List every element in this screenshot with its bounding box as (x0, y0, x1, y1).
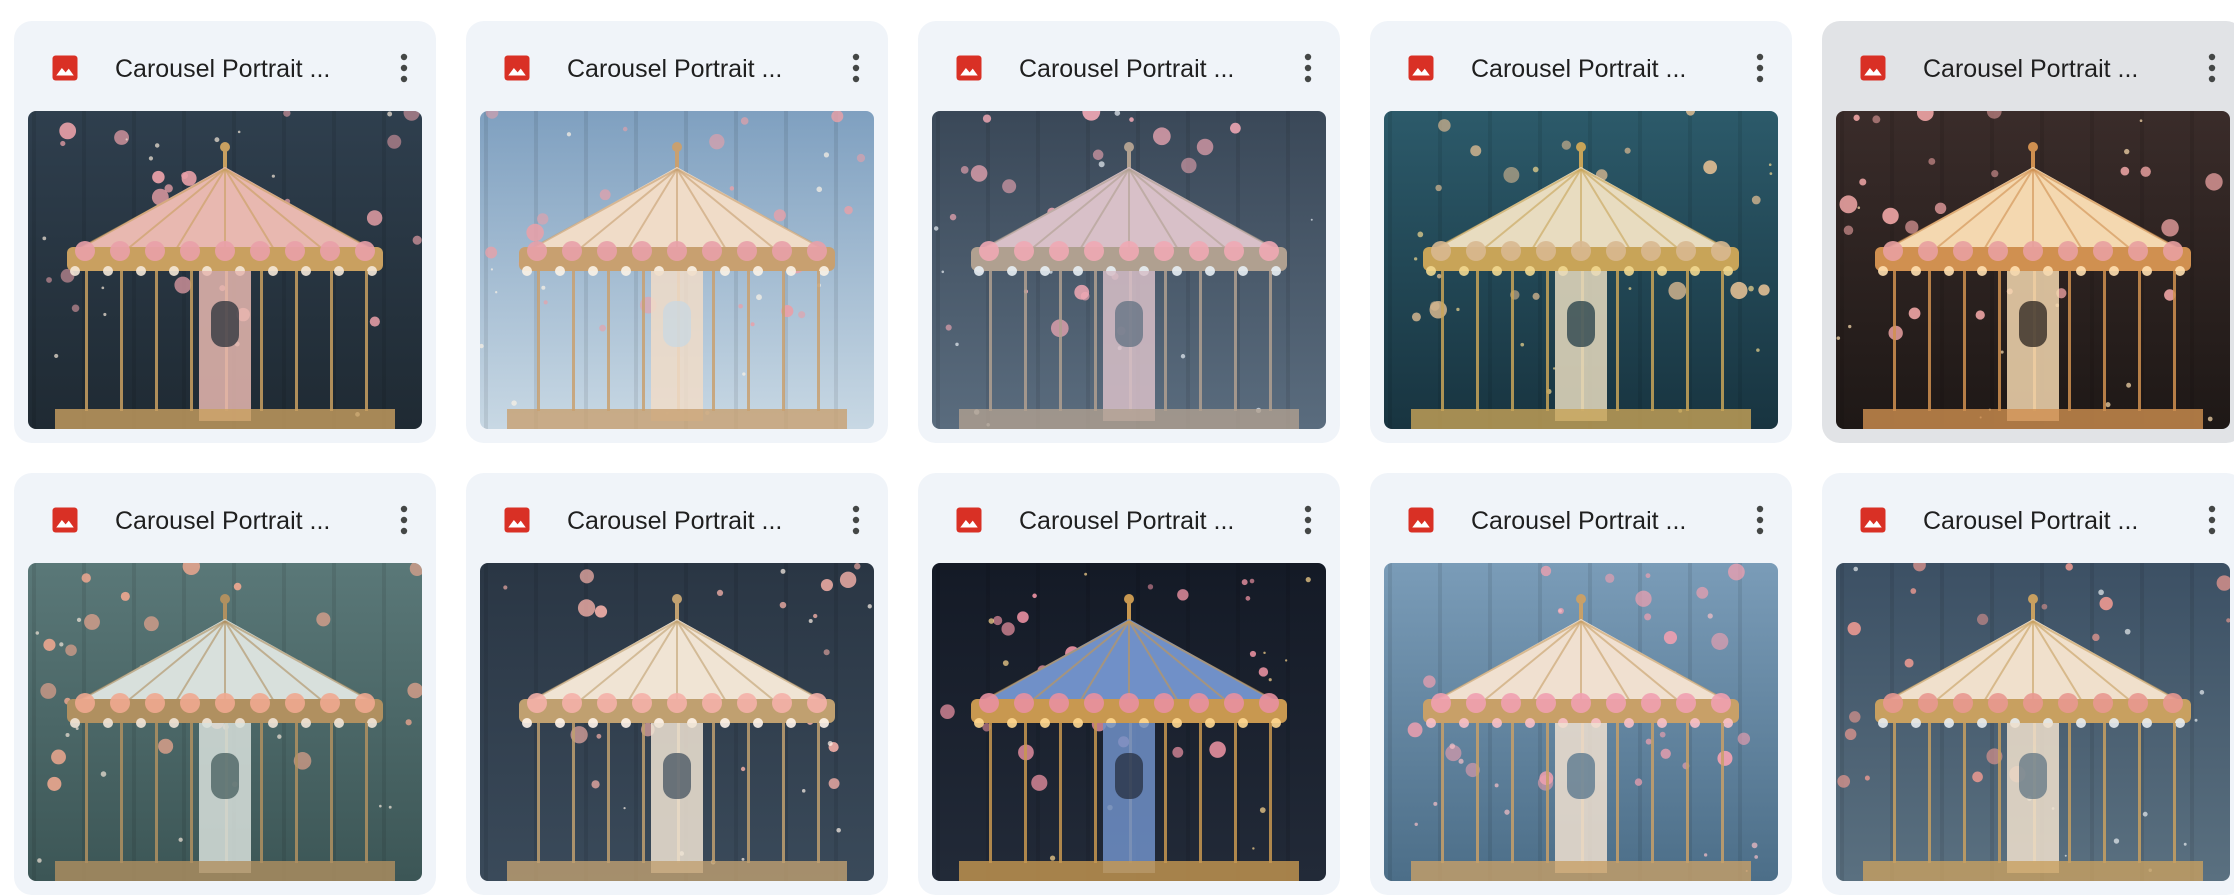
file-card-header: Carousel Portrait ... (918, 473, 1340, 563)
file-card[interactable]: Carousel Portrait ... (1822, 473, 2234, 895)
file-thumbnail[interactable] (932, 111, 1326, 429)
carousel-image (480, 563, 874, 881)
image-file-icon (1858, 505, 1888, 535)
file-card-header: Carousel Portrait ... (1370, 21, 1792, 111)
file-card-header: Carousel Portrait ... (14, 21, 436, 111)
file-title: Carousel Portrait ... (1471, 55, 1687, 83)
file-thumbnail[interactable] (1836, 111, 2230, 429)
carousel-image (1836, 563, 2230, 881)
file-title: Carousel Portrait ... (115, 507, 331, 535)
file-card[interactable]: Carousel Portrait ... (1370, 21, 1792, 443)
more-actions-button[interactable] (381, 497, 427, 543)
file-card[interactable]: Carousel Portrait ... (14, 21, 436, 443)
file-title: Carousel Portrait ... (567, 55, 783, 83)
file-card-header: Carousel Portrait ... (918, 21, 1340, 111)
carousel-image (932, 563, 1326, 881)
more-actions-button[interactable] (381, 45, 427, 91)
file-title: Carousel Portrait ... (1471, 507, 1687, 535)
image-file-icon (954, 505, 984, 535)
file-title: Carousel Portrait ... (1923, 55, 2139, 83)
file-thumbnail[interactable] (1836, 563, 2230, 881)
file-grid: Carousel Portrait ... Carousel Portrait … (0, 0, 2234, 895)
more-actions-button[interactable] (833, 45, 879, 91)
file-card-header: Carousel Portrait ... (466, 21, 888, 111)
image-file-icon (1406, 505, 1436, 535)
more-actions-button[interactable] (833, 497, 879, 543)
more-vert-icon (833, 497, 879, 543)
file-title: Carousel Portrait ... (1019, 55, 1235, 83)
carousel-image (1384, 563, 1778, 881)
more-actions-button[interactable] (2189, 497, 2234, 543)
file-title: Carousel Portrait ... (1923, 507, 2139, 535)
file-card[interactable]: Carousel Portrait ... (1370, 473, 1792, 895)
more-vert-icon (381, 45, 427, 91)
more-vert-icon (2189, 497, 2234, 543)
file-thumbnail[interactable] (480, 111, 874, 429)
more-vert-icon (1737, 45, 1783, 91)
file-thumbnail[interactable] (28, 111, 422, 429)
file-title: Carousel Portrait ... (1019, 507, 1235, 535)
file-thumbnail[interactable] (1384, 563, 1778, 881)
carousel-image (932, 111, 1326, 429)
more-vert-icon (381, 497, 427, 543)
file-thumbnail[interactable] (1384, 111, 1778, 429)
more-actions-button[interactable] (1285, 497, 1331, 543)
file-card[interactable]: Carousel Portrait ... (466, 21, 888, 443)
image-file-icon (50, 53, 80, 83)
file-card-header: Carousel Portrait ... (1822, 473, 2234, 563)
file-card[interactable]: Carousel Portrait ... (466, 473, 888, 895)
carousel-image (1384, 111, 1778, 429)
file-card[interactable]: Carousel Portrait ... (1822, 21, 2234, 443)
file-card[interactable]: Carousel Portrait ... (918, 21, 1340, 443)
file-card-header: Carousel Portrait ... (1822, 21, 2234, 111)
file-title: Carousel Portrait ... (567, 507, 783, 535)
file-title: Carousel Portrait ... (115, 55, 331, 83)
file-thumbnail[interactable] (28, 563, 422, 881)
image-file-icon (1858, 53, 1888, 83)
image-file-icon (954, 53, 984, 83)
more-vert-icon (2189, 45, 2234, 91)
image-file-icon (502, 505, 532, 535)
more-actions-button[interactable] (1737, 497, 1783, 543)
more-vert-icon (1737, 497, 1783, 543)
more-actions-button[interactable] (2189, 45, 2234, 91)
more-actions-button[interactable] (1737, 45, 1783, 91)
file-card[interactable]: Carousel Portrait ... (918, 473, 1340, 895)
image-file-icon (1406, 53, 1436, 83)
carousel-image (28, 563, 422, 881)
file-card-header: Carousel Portrait ... (14, 473, 436, 563)
carousel-image (480, 111, 874, 429)
file-thumbnail[interactable] (480, 563, 874, 881)
file-card-header: Carousel Portrait ... (466, 473, 888, 563)
image-file-icon (502, 53, 532, 83)
file-card-header: Carousel Portrait ... (1370, 473, 1792, 563)
carousel-image (28, 111, 422, 429)
file-thumbnail[interactable] (932, 563, 1326, 881)
file-card[interactable]: Carousel Portrait ... (14, 473, 436, 895)
carousel-image (1836, 111, 2230, 429)
more-vert-icon (1285, 497, 1331, 543)
more-vert-icon (833, 45, 879, 91)
image-file-icon (50, 505, 80, 535)
more-actions-button[interactable] (1285, 45, 1331, 91)
more-vert-icon (1285, 45, 1331, 91)
